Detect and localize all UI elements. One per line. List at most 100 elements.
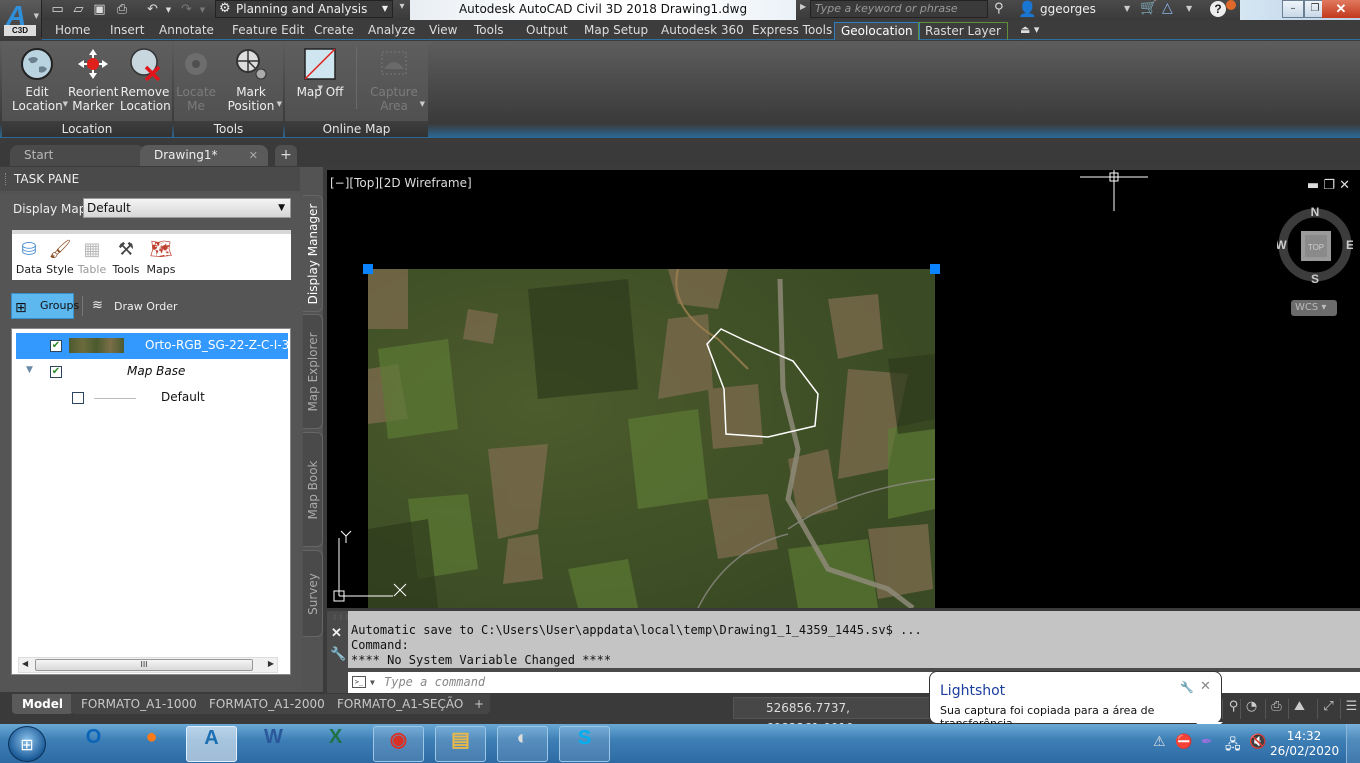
taskbar-chrome[interactable]: ◉ xyxy=(373,726,424,762)
tab-autodesk-360[interactable]: Autodesk 360 xyxy=(655,22,750,40)
wrench-icon[interactable]: 🔧 xyxy=(330,647,346,662)
drag-grip-icon[interactable] xyxy=(5,173,8,185)
close-button[interactable]: ✕ xyxy=(1322,0,1360,18)
command-prompt-icon[interactable]: >_ xyxy=(352,676,366,688)
undo-dropdown-icon[interactable]: ▼ xyxy=(160,1,177,19)
isolate-objects-icon[interactable]: ◔ xyxy=(1240,699,1262,719)
cart-icon[interactable]: 🛒 xyxy=(1140,0,1157,16)
clock[interactable]: 14:32 26/02/2020 xyxy=(1270,729,1339,759)
close-icon[interactable]: ✕ xyxy=(1200,679,1211,694)
a360-icon[interactable]: △ xyxy=(1162,0,1173,16)
tools-button[interactable]: ⚒ Tools xyxy=(109,238,143,276)
search-input[interactable]: Type a keyword or phrase xyxy=(810,0,988,18)
undo-icon[interactable]: ↶ xyxy=(144,1,161,19)
help-icon[interactable]: ? xyxy=(1210,1,1226,17)
side-tab-display-manager[interactable]: Display Manager xyxy=(303,195,323,312)
tab-raster-layer[interactable]: Raster Layer xyxy=(918,22,1008,40)
drawing-viewport[interactable]: [−][Top][2D Wireframe] ▬ ❐ ✕ TOP N S W E… xyxy=(327,170,1360,608)
layer-row[interactable]: ✔ Orto-RGB_SG-22-Z-C-I-3-N xyxy=(16,333,288,359)
viewcube[interactable]: TOP N S W E xyxy=(1277,205,1353,285)
compass-east[interactable]: E xyxy=(1346,238,1353,252)
compass-south[interactable]: S xyxy=(1311,272,1319,285)
tab-geolocation[interactable]: Geolocation xyxy=(834,22,920,40)
capture-area-button[interactable]: Capture Area ▼ xyxy=(369,47,425,113)
plot-status-icon[interactable]: ⎙ xyxy=(1265,699,1287,719)
taskbar-explorer[interactable]: ▤ xyxy=(435,726,486,762)
ribbon-minimize-icon[interactable]: ⏏ ▾ xyxy=(1014,22,1045,40)
chevron-down-icon[interactable]: ▼ xyxy=(1124,4,1130,13)
expand-search-icon[interactable]: ▶ xyxy=(800,2,806,11)
tab-tools[interactable]: Tools xyxy=(468,22,510,40)
new-tab-button[interactable]: + xyxy=(275,145,297,166)
taskbar-civil3d[interactable]: A xyxy=(186,726,237,762)
taskbar-skype[interactable]: S xyxy=(559,726,610,762)
side-tab-map-explorer[interactable]: Map Explorer xyxy=(303,314,323,429)
layout-tab[interactable]: FORMATO_A1-2000 xyxy=(199,694,335,714)
minimize-button[interactable]: – xyxy=(1282,0,1304,18)
username[interactable]: ggeorges xyxy=(1040,2,1096,16)
layout-tab[interactable]: FORMATO_A1-SEÇÃO xyxy=(327,694,474,714)
tab-view[interactable]: View xyxy=(423,22,463,40)
chevron-down-icon[interactable]: ▼ xyxy=(370,672,375,693)
raster-grip-handle[interactable] xyxy=(363,264,373,274)
file-tab-start[interactable]: Start xyxy=(10,145,145,166)
draw-order-button[interactable]: ≋ Draw Order xyxy=(92,298,178,313)
maps-button[interactable]: 🗺 Maps xyxy=(144,238,178,276)
scroll-left-icon[interactable]: ◀ xyxy=(22,659,28,668)
ucs-menu[interactable]: WCS ▾ xyxy=(1291,300,1337,316)
data-button[interactable]: ⛁ Data xyxy=(12,238,46,276)
blocked-icon[interactable]: ⛔ xyxy=(1175,734,1192,750)
network-icon[interactable]: 🖧 xyxy=(1225,734,1241,758)
chevron-down-icon[interactable]: ▼ xyxy=(1186,4,1192,13)
tab-output[interactable]: Output xyxy=(520,22,574,40)
taskbar-outlook[interactable]: O xyxy=(68,726,119,762)
task-pane-header[interactable]: TASK PANE xyxy=(0,167,300,191)
taskbar-word[interactable]: W xyxy=(248,726,299,762)
raster-grip-handle[interactable] xyxy=(930,264,940,274)
taskbar-excel[interactable]: X xyxy=(310,726,361,762)
layer-row[interactable]: ▼ ✔ Map Base xyxy=(16,359,288,385)
style-visibility-checkbox[interactable] xyxy=(72,392,84,404)
file-tab-drawing1[interactable]: Drawing1* ✕ xyxy=(140,145,268,166)
tab-insert[interactable]: Insert xyxy=(104,22,150,40)
graphics-performance-icon[interactable]: ⛰ xyxy=(1288,699,1310,719)
locate-me-button[interactable]: Locate Me xyxy=(174,47,218,113)
workspace-switcher[interactable]: ⚙ Planning and Analysis ▼ xyxy=(215,0,393,18)
reorient-marker-button[interactable]: Reorient Marker xyxy=(68,47,118,113)
tab-express-tools[interactable]: Express Tools xyxy=(746,22,838,40)
scroll-right-icon[interactable]: ▶ xyxy=(268,659,274,668)
layer-visibility-checkbox[interactable]: ✔ xyxy=(50,340,62,352)
compass-north[interactable]: N xyxy=(1311,205,1320,219)
tab-map-setup[interactable]: Map Setup xyxy=(578,22,654,40)
open-icon[interactable]: ▱ xyxy=(70,1,87,19)
tab-home[interactable]: Home xyxy=(49,22,96,40)
side-tab-survey[interactable]: Survey xyxy=(303,550,323,637)
save-icon[interactable]: ▣ xyxy=(91,1,108,19)
groups-button[interactable]: ⊞ Groups xyxy=(11,293,79,319)
layer-row[interactable]: Default xyxy=(16,385,288,411)
viewcube-face[interactable]: TOP xyxy=(1308,243,1324,252)
close-icon[interactable]: ✕ xyxy=(331,625,342,641)
layout-tab[interactable]: FORMATO_A1-1000 xyxy=(71,694,207,714)
close-tab-icon[interactable]: ✕ xyxy=(249,145,258,166)
taskbar-google-earth-pro[interactable]: ◐ xyxy=(497,726,548,762)
customize-qat-icon[interactable]: ▾ xyxy=(395,1,409,18)
map-off-button[interactable]: Map Off ▼ xyxy=(295,47,345,99)
redo-icon[interactable]: ↷ xyxy=(178,1,195,19)
lightshot-notification[interactable]: Lightshot 🔧 ✕ Sua captura foi copiada pa… xyxy=(929,671,1222,730)
network-error-icon[interactable]: ⚠ xyxy=(1153,734,1166,750)
print-icon[interactable]: ⎙ xyxy=(112,1,132,19)
add-layout-button[interactable]: + xyxy=(468,694,491,714)
scroll-thumb[interactable]: III xyxy=(35,659,253,671)
tab-analyze[interactable]: Analyze xyxy=(362,22,421,40)
compass-west[interactable]: W xyxy=(1277,238,1287,252)
display-map-select[interactable]: Default ▼ xyxy=(83,198,291,218)
tab-create[interactable]: Create xyxy=(308,22,360,40)
settings-icon[interactable]: 🔧 xyxy=(1180,681,1194,694)
horizontal-scrollbar[interactable]: ◀ III ▶ xyxy=(18,657,278,673)
user-icon[interactable]: 👤 xyxy=(1018,0,1037,18)
application-menu-button[interactable]: A ▼ C3D xyxy=(0,0,42,37)
viewport-controls-label[interactable]: [−][Top][2D Wireframe] xyxy=(330,176,472,190)
lightshot-feather-icon[interactable]: ✒ xyxy=(1201,734,1213,750)
fullscreen-icon[interactable]: ⤢ xyxy=(1317,699,1339,719)
